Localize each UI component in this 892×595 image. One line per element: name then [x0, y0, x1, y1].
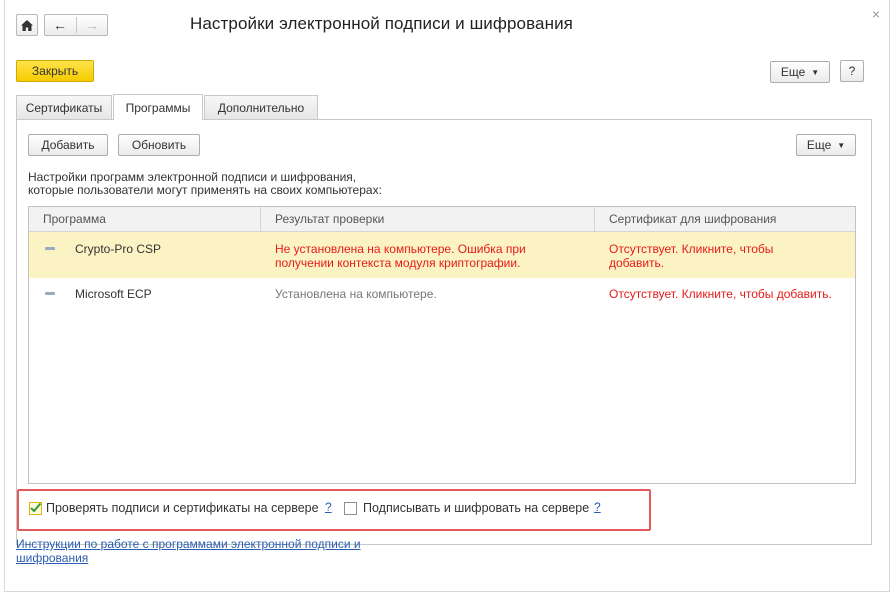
column-header-check-result[interactable]: Результат проверки — [261, 207, 595, 231]
certificate-line-2: добавить. — [609, 256, 665, 270]
description: Настройки программ электронной подписи и… — [28, 171, 382, 197]
panel-more-button[interactable]: Еще ▼ — [796, 134, 856, 156]
home-button[interactable] — [16, 14, 38, 36]
panel-more-label: Еще — [806, 138, 832, 152]
home-icon — [21, 19, 33, 31]
certificate-line-1: Отсутствует. Кликните, чтобы — [609, 242, 774, 256]
column-header-certificate[interactable]: Сертификат для шифрования — [595, 207, 855, 231]
help-button[interactable]: ? — [840, 60, 864, 82]
close-icon[interactable]: × — [872, 6, 880, 22]
sign-on-server-checkbox[interactable] — [344, 502, 357, 515]
program-name: Crypto-Pro CSP — [75, 242, 162, 256]
add-button[interactable]: Добавить — [28, 134, 108, 156]
refresh-button[interactable]: Обновить — [118, 134, 200, 156]
instructions-link-line-2: шифрования — [16, 551, 89, 565]
sign-on-server-label[interactable]: Подписывать и шифровать на сервере — [363, 501, 589, 515]
check-result: Установлена на компьютере. — [275, 287, 437, 301]
verify-on-server-checkbox[interactable] — [29, 502, 42, 515]
verify-on-server-label[interactable]: Проверять подписи и сертификаты на серве… — [46, 501, 319, 515]
checkmark-icon — [30, 502, 42, 513]
check-result-line-1: Не установлена на компьютере. Ошибка при — [275, 242, 526, 256]
back-arrow-icon[interactable]: ← — [53, 17, 67, 33]
close-button[interactable]: Закрыть — [16, 60, 94, 82]
table-row[interactable]: Crypto-Pro CSP Не установлена на компьют… — [29, 232, 855, 278]
check-result-line-2: получении контекста модуля криптографии. — [275, 256, 521, 270]
more-label: Еще — [780, 65, 806, 79]
sign-help-link[interactable]: ? — [594, 500, 601, 514]
check-result: Не установлена на компьютере. Ошибка при… — [261, 242, 595, 270]
more-menu-button[interactable]: Еще ▼ — [770, 61, 830, 83]
back-forward-group: ← → — [44, 14, 108, 36]
tab-certificates[interactable]: Сертификаты — [16, 95, 112, 119]
verify-help-link[interactable]: ? — [325, 500, 332, 514]
program-marker-icon — [45, 247, 55, 250]
table-header: Программа Результат проверки Сертификат … — [29, 207, 855, 232]
table-row[interactable]: Microsoft ECP Установлена на компьютере.… — [29, 279, 855, 309]
program-name: Microsoft ECP — [75, 287, 152, 301]
instructions-link[interactable]: Инструкции по работе с программами элект… — [16, 537, 361, 565]
window-title: Настройки электронной подписи и шифрован… — [190, 14, 573, 33]
certificate-cell[interactable]: Отсутствует. Кликните, чтобы добавить. — [595, 242, 855, 270]
chevron-down-icon: ▼ — [837, 140, 846, 150]
instructions-link-line-1: Инструкции по работе с программами элект… — [16, 537, 361, 551]
tab-programs[interactable]: Программы — [113, 94, 203, 120]
programs-table: Программа Результат проверки Сертификат … — [28, 206, 856, 484]
nav-divider — [75, 17, 77, 33]
certificate-cell[interactable]: Отсутствует. Кликните, чтобы добавить. — [595, 287, 832, 301]
description-line-2: которые пользователи могут применять на … — [28, 183, 382, 197]
program-marker-icon — [45, 292, 55, 295]
column-header-program[interactable]: Программа — [29, 207, 261, 231]
tab-additional[interactable]: Дополнительно — [204, 95, 318, 119]
chevron-down-icon: ▼ — [811, 67, 820, 77]
forward-arrow-icon[interactable]: → — [85, 17, 99, 33]
